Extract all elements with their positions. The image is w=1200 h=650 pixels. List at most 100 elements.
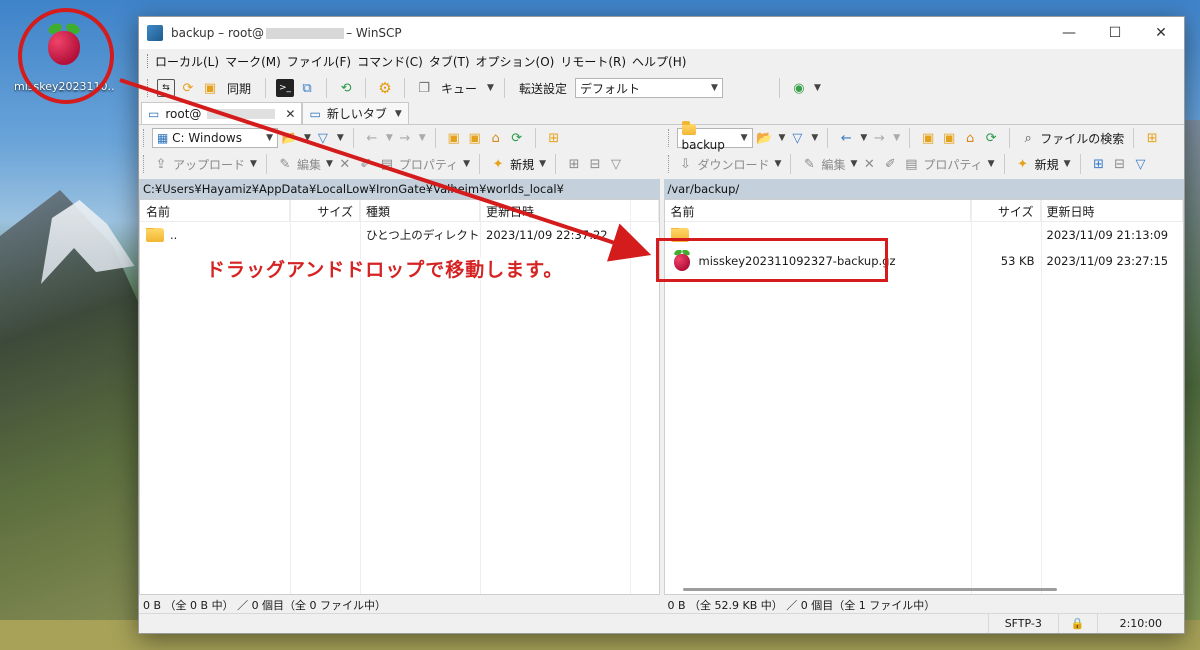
tree-icon[interactable]: ⊞ — [545, 129, 563, 147]
horizontal-scrollbar[interactable] — [682, 588, 1057, 591]
select-all-icon[interactable]: ⊞ — [565, 155, 583, 173]
refresh-session-icon[interactable]: ⟲ — [337, 79, 355, 97]
edit-button[interactable]: 編集 — [297, 156, 321, 173]
queue-icon[interactable]: ❐ — [415, 79, 433, 97]
title-bar[interactable]: backup – root@ – WinSCP — ☐ ✕ — [139, 17, 1184, 49]
globe-icon[interactable]: ◉ — [790, 79, 808, 97]
remote-status: 0 B （全 52.9 KB 中） ／ 0 個目（全 1 ファイル中） — [663, 595, 1184, 613]
menu-remote[interactable]: リモート(R) — [557, 53, 629, 70]
menu-mark[interactable]: マーク(M) — [222, 53, 284, 70]
sync-button[interactable]: 同期 — [227, 80, 251, 97]
edit-icon[interactable]: ✎ — [276, 155, 294, 173]
list-item[interactable]: .. ひとつ上のディレクトリ 2023/11/09 22:37:22 — [140, 222, 659, 248]
annotation-text: ドラッグアンドドロップで移動します。 — [206, 259, 564, 281]
remote-properties-button[interactable]: プロパティ — [923, 156, 982, 173]
monitor-icon: ▭ — [148, 106, 160, 121]
remote-filter-icon[interactable]: ▽ — [788, 129, 806, 147]
download-icon[interactable]: ⇩ — [677, 155, 695, 173]
minimize-button[interactable]: — — [1046, 17, 1092, 49]
local-drive-select[interactable]: ▦ C: Windows ▼ — [152, 128, 278, 148]
root-dir-icon[interactable]: ▣ — [466, 129, 484, 147]
remote-folder-select[interactable]: backup ▼ — [676, 121, 753, 152]
maximize-button[interactable]: ☐ — [1092, 17, 1138, 49]
winscp-app-icon — [147, 25, 163, 41]
compare-dirs-icon[interactable]: ⇆ — [157, 79, 175, 97]
filter-icon[interactable]: ▽ — [314, 129, 332, 147]
menu-file[interactable]: ファイル(F) — [284, 53, 354, 70]
local-path[interactable]: C:¥Users¥Hayamiz¥AppData¥LocalLow¥IronGa… — [139, 179, 660, 199]
close-tab-icon[interactable]: ✕ — [285, 107, 295, 121]
menu-command[interactable]: コマンド(C) — [354, 53, 426, 70]
download-button[interactable]: ダウンロード — [698, 156, 770, 173]
find-files-button[interactable]: ファイルの検索 — [1040, 130, 1124, 147]
window-title: backup – root@ – WinSCP — [171, 26, 402, 40]
new-icon[interactable]: ✦ — [489, 155, 507, 173]
remote-unselect-icon[interactable]: ⊟ — [1111, 155, 1129, 173]
remote-properties-icon[interactable]: ▤ — [902, 155, 920, 173]
transfer-settings-label: 転送設定 — [518, 81, 567, 96]
remote-rename-icon[interactable]: ✐ — [881, 155, 899, 173]
menu-tab[interactable]: タブ(T) — [426, 53, 473, 70]
remote-col-modified[interactable]: 更新日時 — [1041, 200, 1183, 221]
tab-new[interactable]: ▭ 新しいタブ ▼ — [302, 102, 409, 124]
remote-col-size[interactable]: サイズ — [971, 200, 1041, 221]
menu-bar: ローカル(L) マーク(M) ファイル(F) コマンド(C) タブ(T) オプシ… — [139, 49, 1184, 73]
col-name[interactable]: 名前 — [140, 200, 290, 221]
parent-dir-icon[interactable]: ▣ — [445, 129, 463, 147]
home-icon[interactable]: ⌂ — [487, 129, 505, 147]
col-size[interactable]: サイズ — [290, 200, 360, 221]
unselect-icon[interactable]: ⊟ — [586, 155, 604, 173]
menu-options[interactable]: オプション(O) — [473, 53, 558, 70]
remote-col-name[interactable]: 名前 — [665, 200, 971, 221]
close-button[interactable]: ✕ — [1138, 17, 1184, 49]
remote-delete-icon[interactable]: ✕ — [860, 155, 878, 173]
remote-edit-icon[interactable]: ✎ — [800, 155, 818, 173]
winscp-window: backup – root@ – WinSCP — ☐ ✕ ローカル(L) マーク… — [138, 16, 1185, 634]
transfer-settings-select[interactable]: デフォルト ▼ — [574, 78, 723, 98]
menu-local[interactable]: ローカル(L) — [152, 53, 222, 70]
upload-button[interactable]: アップロード — [173, 156, 245, 173]
refresh-icon[interactable]: ⟳ — [508, 129, 526, 147]
col-type[interactable]: 種類 — [360, 200, 480, 221]
remote-parent-dir-icon[interactable]: ▣ — [919, 129, 937, 147]
remote-open-folder-icon[interactable]: 📂 — [756, 129, 774, 147]
forward-icon[interactable]: → — [396, 129, 414, 147]
queue-button[interactable]: キュー — [441, 80, 477, 97]
new-tab-icon: ▭ — [309, 106, 321, 121]
sync-browse-icon[interactable]: ⟳ — [179, 79, 197, 97]
remote-pane: backup ▼ 📂 ▼ ▽ ▼ ← ▼ → ▼ ▣ ▣ ⌂ ⟳ ⌕ ファイルの検索 ⊞ — [663, 121, 1184, 613]
new-button[interactable]: 新規 — [510, 156, 534, 173]
sync-icon[interactable]: ▣ — [201, 79, 219, 97]
find-files-icon[interactable]: ⌕ — [1019, 129, 1037, 147]
back-icon[interactable]: ← — [363, 129, 381, 147]
remote-root-dir-icon[interactable]: ▣ — [940, 129, 958, 147]
remote-forward-icon[interactable]: → — [870, 129, 888, 147]
upload-icon[interactable]: ⇪ — [152, 155, 170, 173]
filter-select-icon[interactable]: ▽ — [607, 155, 625, 173]
tab-session[interactable]: ▭ root@ ✕ — [141, 102, 303, 124]
open-folder-icon[interactable]: 📂 — [281, 129, 299, 147]
remote-select-all-icon[interactable]: ⊞ — [1090, 155, 1108, 173]
rename-icon[interactable]: ✐ — [357, 155, 375, 173]
remote-path[interactable]: /var/backup/ — [663, 179, 1184, 199]
remote-tree-icon[interactable]: ⊞ — [1143, 129, 1161, 147]
delete-icon[interactable]: ✕ — [336, 155, 354, 173]
menu-help[interactable]: ヘルプ(H) — [629, 53, 689, 70]
properties-icon[interactable]: ▤ — [378, 155, 396, 173]
parent-folder-icon — [146, 228, 164, 242]
remote-back-icon[interactable]: ← — [837, 129, 855, 147]
col-modified[interactable]: 更新日時 — [480, 200, 659, 221]
remote-new-icon[interactable]: ✦ — [1014, 155, 1032, 173]
remote-home-icon[interactable]: ⌂ — [961, 129, 979, 147]
lock-icon[interactable]: 🔒 — [1057, 614, 1097, 633]
session-tabs: ▭ root@ ✕ ▭ 新しいタブ ▼ — [139, 102, 1184, 125]
terminal-icon[interactable]: >_ — [276, 79, 295, 97]
remote-edit-button[interactable]: 編集 — [821, 156, 845, 173]
remote-filter-select-icon[interactable]: ▽ — [1132, 155, 1150, 173]
remote-refresh-icon[interactable]: ⟳ — [982, 129, 1000, 147]
properties-button[interactable]: プロパティ — [399, 156, 458, 173]
putty-icon[interactable]: ⧉ — [298, 79, 316, 97]
gear-icon[interactable]: ⚙ — [376, 79, 394, 97]
remote-new-button[interactable]: 新規 — [1035, 156, 1059, 173]
annotation-box — [656, 238, 888, 282]
